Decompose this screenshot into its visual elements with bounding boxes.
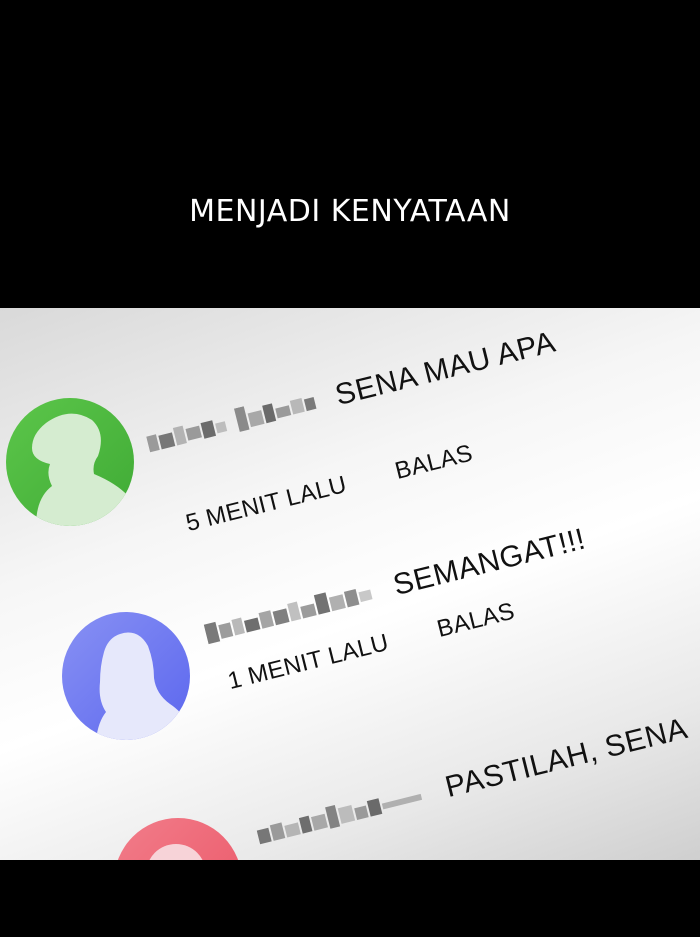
comment-text: PASTILAH, SENA	[442, 712, 691, 805]
comment-list: SENA MAU APA 5 MENIT LALU BALAS SEMANGAT…	[0, 308, 700, 860]
avatar[interactable]	[62, 612, 190, 740]
bottom-panel-border	[0, 860, 700, 937]
comment-text: SENA MAU APA	[332, 325, 559, 413]
username-blurred[interactable]	[255, 779, 436, 848]
username-blurred[interactable]	[145, 387, 326, 456]
person-silhouette-icon	[6, 398, 134, 526]
reply-button[interactable]: BALAS	[434, 598, 517, 643]
comment-meta: 5 MENIT LALU BALAS	[183, 440, 475, 538]
comment-header: PASTILAH, SENA	[254, 712, 691, 852]
narration-caption: MENJADI KENYATAAN	[189, 194, 511, 229]
avatar[interactable]	[6, 398, 134, 526]
comment-text: SEMANGAT!!!	[390, 522, 589, 603]
person-silhouette-icon	[114, 818, 242, 860]
person-silhouette-icon	[62, 612, 190, 740]
caption-panel: MENJADI KENYATAAN	[0, 0, 700, 308]
comment-timestamp: 5 MENIT LALU	[183, 471, 350, 538]
comment-header: SENA MAU APA	[144, 326, 559, 460]
reply-button[interactable]: BALAS	[392, 440, 475, 485]
avatar[interactable]	[114, 818, 242, 860]
